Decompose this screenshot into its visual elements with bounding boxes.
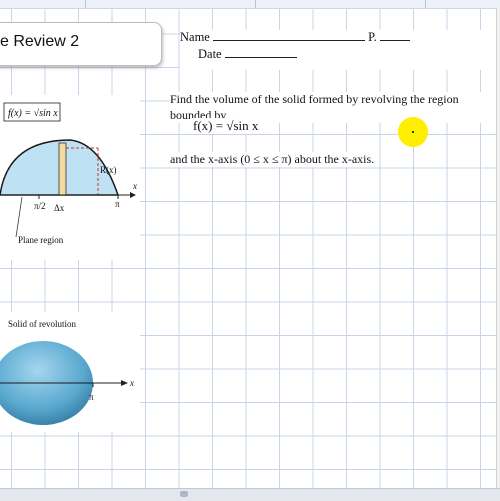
- top-toolbar-strip: [0, 0, 500, 9]
- problem-function: f(x) = √sin x: [190, 118, 262, 134]
- student-info-block: Name P. Date: [180, 30, 500, 70]
- bottom-scrollbar[interactable]: [0, 488, 500, 501]
- radius-label: R(x): [100, 165, 117, 175]
- date-row: Date: [198, 47, 297, 62]
- plane-region-figure: f(x) = √sin x R(x) x π/2 Δx π Plane regi…: [0, 102, 137, 245]
- name-field[interactable]: [212, 30, 365, 41]
- problem-bounds: and the x-axis (0 ≤ x ≤ π) about the x-a…: [170, 152, 378, 167]
- x-axis-arrow-icon: [121, 380, 128, 386]
- name-row: Name P.: [180, 30, 410, 45]
- right-scroll-edge[interactable]: [496, 8, 500, 488]
- period-label: P.: [368, 30, 377, 44]
- date-field[interactable]: [224, 47, 297, 58]
- scroll-grip-icon[interactable]: [180, 491, 188, 497]
- pi-label: π: [89, 392, 94, 402]
- half-pi-label: π/2: [34, 201, 46, 211]
- x-axis-label: x: [129, 378, 134, 388]
- function-label: f(x) = √sin x: [8, 108, 58, 119]
- solid-of-revolution-figure: Solid of revolution x π: [0, 319, 134, 425]
- toolbar-separator: [85, 0, 86, 8]
- toolbar-separator: [255, 0, 256, 8]
- cursor-highlight-icon: [398, 117, 428, 147]
- plane-region-caption: Plane region: [18, 235, 64, 245]
- toolbar-separator: [425, 0, 426, 8]
- x-axis-label: x: [132, 181, 137, 191]
- solid-caption: Solid of revolution: [8, 319, 76, 329]
- caption-pointer-line: [15, 196, 23, 238]
- representative-rectangle: [58, 142, 67, 196]
- x-axis-arrow-icon: [130, 192, 136, 198]
- date-label: Date: [198, 47, 222, 61]
- name-label: Name: [180, 30, 210, 44]
- worksheet-title: e Review 2: [0, 33, 80, 50]
- pi-label: π: [115, 199, 120, 209]
- period-field[interactable]: [379, 30, 410, 41]
- delta-x-label: Δx: [54, 203, 65, 213]
